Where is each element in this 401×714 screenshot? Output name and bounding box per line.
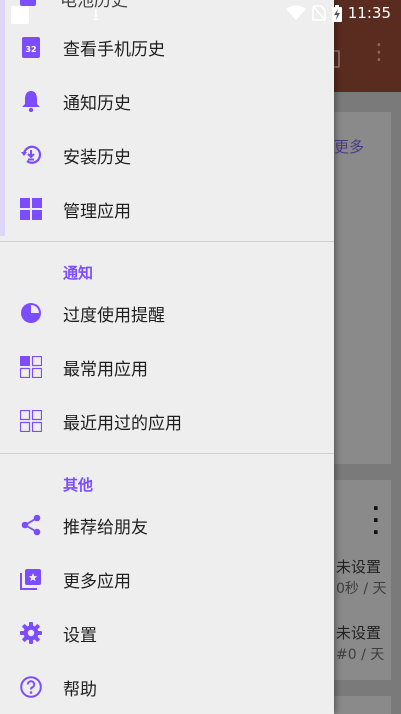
share-icon (20, 514, 42, 536)
download-icon: ⭳ (93, 5, 99, 24)
drawer-item-label: 帮助 (63, 679, 97, 700)
pie-chart-icon (20, 302, 42, 324)
drawer-item-recent-apps[interactable]: 最近用过的应用 (0, 394, 334, 448)
grid-half-filled-icon (20, 356, 42, 378)
divider (0, 241, 334, 242)
calendar-32-icon: 32 (20, 36, 42, 58)
row-subtitle: #0 / 天 (336, 647, 385, 663)
grid-apps-icon (20, 198, 42, 220)
grid-outline-icon (20, 410, 42, 432)
drawer-item-most-used-apps[interactable]: 最常用应用 (0, 340, 334, 394)
background-card: 更多 (334, 112, 391, 464)
card-menu-icon: · · · (372, 496, 380, 544)
drawer-item-label: 通知历史 (63, 93, 131, 114)
drawer-item-label: 最近用过的应用 (63, 413, 182, 434)
no-sim-icon (311, 5, 326, 21)
drawer-item-help[interactable]: 帮助 (0, 660, 334, 714)
drawer-item-settings[interactable]: 设置 (0, 606, 334, 660)
drawer-item-manage-apps[interactable]: 管理应用 (0, 182, 334, 236)
divider (0, 453, 334, 454)
gear-icon (20, 622, 42, 644)
navigation-drawer: 电池历史 32 查看手机历史 通知历史 安装历史 管理应用 通知 过度使用提醒 (0, 0, 334, 714)
row-subtitle: 0秒 / 天 (336, 581, 387, 597)
wifi-icon (285, 5, 306, 20)
drawer-item-label: 设置 (63, 625, 97, 646)
battery-charging-icon (331, 4, 342, 22)
background-card (334, 696, 391, 714)
status-bar: ⭳ 11:35 (0, 0, 401, 28)
more-apps-icon (20, 568, 42, 590)
drawer-item-install-history[interactable]: 安装历史 (0, 128, 334, 182)
more-link: 更多 (334, 138, 365, 156)
drawer-item-label: 查看手机历史 (63, 39, 165, 60)
drawer-item-label: 安装历史 (63, 147, 131, 168)
section-header-other: 其他 (63, 476, 94, 494)
notification-icon (11, 6, 29, 24)
row-title: 未设置 (336, 624, 382, 642)
clock: 11:35 (347, 4, 391, 22)
bell-icon (20, 90, 42, 112)
drawer-item-label: 推荐给朋友 (63, 517, 148, 538)
history-download-icon (20, 144, 42, 166)
drawer-item-label: 更多应用 (63, 571, 131, 592)
row-title: 未设置 (336, 558, 382, 576)
section-header-notify: 通知 (63, 264, 94, 282)
drawer-item-overuse-reminder[interactable]: 过度使用提醒 (0, 286, 334, 340)
drawer-item-notification-history[interactable]: 通知历史 (0, 74, 334, 128)
svg-text:32: 32 (25, 45, 36, 54)
help-icon (20, 676, 42, 698)
overflow-menu-icon: ⋮ (368, 40, 390, 65)
drawer-item-phone-history[interactable]: 32 查看手机历史 (0, 20, 334, 74)
drawer-item-label: 管理应用 (63, 201, 131, 222)
drawer-item-label: 过度使用提醒 (63, 305, 165, 326)
drawer-item-label: 最常用应用 (63, 359, 148, 380)
drawer-item-more-apps[interactable]: 更多应用 (0, 552, 334, 606)
drawer-item-recommend[interactable]: 推荐给朋友 (0, 498, 334, 552)
background-card: · · · 未设置 0秒 / 天 未设置 #0 / 天 (334, 480, 391, 680)
